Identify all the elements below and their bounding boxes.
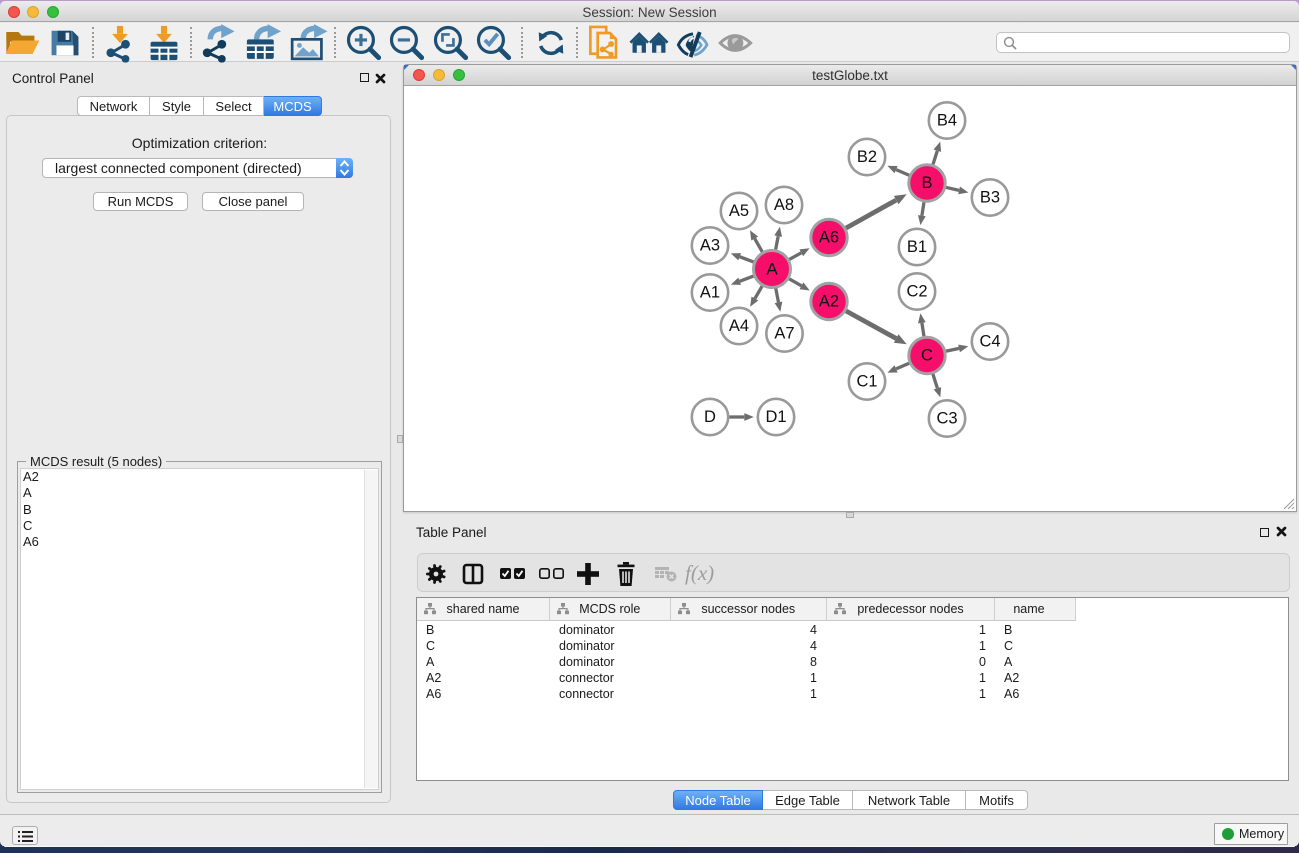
svg-text:A6: A6 [819,229,839,247]
svg-text:C1: C1 [856,373,877,391]
svg-text:C2: C2 [906,283,927,301]
svg-text:B2: B2 [857,148,877,166]
svg-text:A4: A4 [729,317,749,335]
svg-text:C: C [921,347,933,365]
svg-text:D1: D1 [765,408,786,426]
svg-text:A5: A5 [729,202,749,220]
svg-text:B4: B4 [937,112,957,130]
svg-text:A8: A8 [774,196,794,214]
svg-text:A1: A1 [700,284,720,302]
svg-text:D: D [704,408,716,426]
svg-text:C4: C4 [979,333,1000,351]
svg-text:B1: B1 [907,238,927,256]
svg-text:A: A [766,260,778,279]
svg-text:C3: C3 [936,410,957,428]
svg-text:B3: B3 [980,189,1000,207]
svg-text:A3: A3 [700,237,720,255]
svg-text:A7: A7 [774,325,794,343]
svg-text:A2: A2 [819,293,839,311]
svg-text:B: B [921,174,932,192]
